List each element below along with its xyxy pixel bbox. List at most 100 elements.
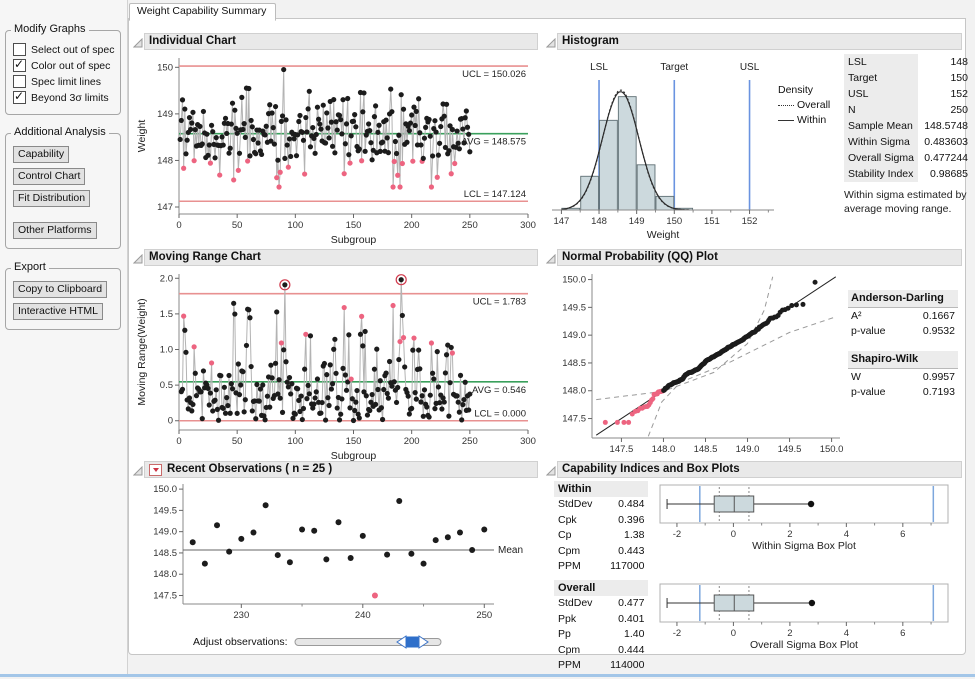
svg-text:50: 50 bbox=[232, 436, 243, 447]
checkbox-0[interactable] bbox=[13, 43, 26, 56]
capability-button[interactable]: Capability bbox=[13, 146, 69, 163]
group-title: Export bbox=[11, 261, 49, 273]
svg-text:150.0: 150.0 bbox=[153, 484, 177, 495]
checkbox-row-select-out-of-spec[interactable]: Select out of spec bbox=[13, 43, 116, 56]
other-platforms-button[interactable]: Other Platforms bbox=[13, 222, 97, 239]
qq-plot-header[interactable]: Normal Probability (QQ) Plot bbox=[546, 249, 962, 266]
svg-text:200: 200 bbox=[404, 220, 420, 231]
table-row: Cp1.38 bbox=[554, 528, 648, 544]
svg-text:0: 0 bbox=[176, 220, 181, 231]
individual-chart-plot[interactable]: 050100150200250300147148149150SubgroupWe… bbox=[133, 50, 538, 251]
svg-text:AVG = 148.575: AVG = 148.575 bbox=[461, 137, 526, 148]
qq-tables-column: Anderson-Darling A²0.1667 p-value0.9532 … bbox=[848, 268, 962, 467]
svg-text:-2: -2 bbox=[673, 628, 681, 639]
red-menu-button[interactable] bbox=[149, 464, 162, 476]
disclosure-triangle-icon[interactable] bbox=[546, 466, 556, 476]
interactive-html-button[interactable]: Interactive HTML bbox=[13, 303, 103, 320]
svg-text:0: 0 bbox=[168, 416, 173, 427]
svg-text:Weight: Weight bbox=[136, 120, 148, 153]
table-row: PPM114000 bbox=[554, 658, 648, 674]
control-chart-button[interactable]: Control Chart bbox=[13, 168, 85, 185]
svg-text:147.5: 147.5 bbox=[610, 444, 634, 455]
recent-observations-plot[interactable]: 230240250147.5148.0148.5149.0149.5150.0M… bbox=[133, 478, 538, 631]
checkbox-3[interactable] bbox=[13, 91, 26, 104]
disclosure-triangle-icon[interactable] bbox=[546, 38, 556, 48]
checkbox-label: Color out of spec bbox=[31, 60, 110, 72]
disclosure-triangle-icon[interactable] bbox=[133, 254, 143, 264]
disclosure-triangle-icon[interactable] bbox=[133, 38, 143, 48]
table-row: W0.9957 bbox=[848, 369, 958, 385]
table-row: PPM117000 bbox=[554, 559, 648, 575]
svg-text:149.0: 149.0 bbox=[736, 444, 760, 455]
histogram-stats-table: LSL148 Target150 USL152 N250 Sample Mean… bbox=[844, 54, 972, 182]
svg-text:200: 200 bbox=[404, 436, 420, 447]
svg-text:152: 152 bbox=[742, 216, 758, 227]
svg-text:240: 240 bbox=[355, 610, 371, 621]
moving-range-plot[interactable]: 05010015020025030000.51.01.52.0SubgroupM… bbox=[133, 266, 538, 467]
svg-text:Mean: Mean bbox=[498, 545, 523, 556]
checkbox-2[interactable] bbox=[13, 75, 26, 88]
checkbox-row-beyond-3sigma[interactable]: Beyond 3σ limits bbox=[13, 91, 116, 104]
shapiro-wilk-table: Shapiro-Wilk W0.9957 p-value0.7193 bbox=[848, 351, 958, 399]
within-sigma-box-plot[interactable]: -20246Within Sigma Box Plot bbox=[656, 481, 952, 554]
svg-text:100: 100 bbox=[287, 436, 303, 447]
slider-handle[interactable] bbox=[397, 636, 428, 648]
individual-chart-header[interactable]: Individual Chart bbox=[133, 33, 538, 50]
svg-text:50: 50 bbox=[232, 220, 243, 231]
checkbox-label: Select out of spec bbox=[31, 44, 114, 56]
table-row: Cpm0.444 bbox=[554, 642, 648, 658]
overall-stats-table: Overall StdDev0.477 Ppk0.401 Pp1.40 Cpm0… bbox=[554, 580, 648, 673]
anderson-darling-table: Anderson-Darling A²0.1667 p-value0.9532 bbox=[848, 290, 958, 338]
disclosure-triangle-icon[interactable] bbox=[546, 254, 556, 264]
svg-text:147: 147 bbox=[157, 202, 173, 213]
svg-text:149: 149 bbox=[157, 109, 173, 120]
qq-plot-canvas[interactable]: 147.5148.0148.5149.0149.5150.0147.5148.0… bbox=[546, 268, 848, 467]
section-title: Normal Probability (QQ) Plot bbox=[562, 250, 718, 265]
svg-text:AVG = 0.546: AVG = 0.546 bbox=[472, 385, 526, 396]
menu-triangle-icon bbox=[153, 468, 159, 472]
svg-text:149.5: 149.5 bbox=[153, 505, 177, 516]
svg-text:1.5: 1.5 bbox=[160, 309, 173, 320]
table-row: Cpm0.443 bbox=[554, 543, 648, 559]
tab-weight-capability-summary[interactable]: Weight Capability Summary bbox=[129, 3, 276, 21]
svg-text:148.0: 148.0 bbox=[652, 444, 676, 455]
svg-text:148.0: 148.0 bbox=[562, 386, 586, 397]
svg-text:149: 149 bbox=[629, 216, 645, 227]
section-recent-observations: Recent Observations ( n = 25 ) 230 240 250… bbox=[133, 461, 538, 651]
svg-text:Subgroup: Subgroup bbox=[331, 234, 377, 246]
svg-text:150: 150 bbox=[666, 216, 682, 227]
svg-text:Weight: Weight bbox=[647, 229, 680, 241]
svg-text:Target: Target bbox=[660, 62, 688, 73]
moving-range-header[interactable]: Moving Range Chart bbox=[133, 249, 538, 266]
overall-sigma-box-plot[interactable]: -20246Overall Sigma Box Plot bbox=[656, 580, 952, 653]
svg-text:LCL = 0.000: LCL = 0.000 bbox=[474, 409, 526, 420]
capability-header[interactable]: Capability Indices and Box Plots bbox=[546, 461, 962, 478]
disclosure-triangle-icon[interactable] bbox=[133, 466, 143, 476]
svg-text:151: 151 bbox=[704, 216, 720, 227]
section-title: Capability Indices and Box Plots bbox=[562, 462, 740, 477]
histogram-legend: Density Overall Within bbox=[778, 54, 844, 249]
histogram-plot[interactable]: LSLTargetUSL147148149150151152Weight bbox=[546, 54, 778, 249]
sidebar: Modify Graphs Select out of spec Color o… bbox=[0, 0, 128, 674]
histogram-header[interactable]: Histogram bbox=[546, 33, 962, 50]
svg-text:LCL = 147.124: LCL = 147.124 bbox=[464, 189, 526, 200]
checkbox-row-color-out-of-spec[interactable]: Color out of spec bbox=[13, 59, 116, 72]
svg-text:2: 2 bbox=[788, 628, 793, 639]
svg-text:2.0: 2.0 bbox=[160, 273, 173, 284]
svg-text:230: 230 bbox=[233, 610, 249, 621]
svg-text:148.5: 148.5 bbox=[694, 444, 718, 455]
recent-observations-header[interactable]: Recent Observations ( n = 25 ) bbox=[133, 461, 538, 478]
section-title: Individual Chart bbox=[149, 34, 236, 49]
legend-entry: Within bbox=[797, 114, 826, 126]
adjust-observations-slider[interactable] bbox=[294, 633, 444, 651]
copy-to-clipboard-button[interactable]: Copy to Clipboard bbox=[13, 281, 107, 298]
checkbox-row-spec-limit-lines[interactable]: Spec limit lines bbox=[13, 75, 116, 88]
within-sigma-note: Within sigma estimated by average moving… bbox=[844, 189, 968, 216]
fit-distribution-button[interactable]: Fit Distribution bbox=[13, 190, 90, 207]
group-modify-graphs: Modify Graphs Select out of spec Color o… bbox=[5, 30, 121, 115]
svg-text:150: 150 bbox=[346, 220, 362, 231]
table-row: StdDev0.484 bbox=[554, 497, 648, 513]
svg-text:250: 250 bbox=[476, 610, 492, 621]
checkbox-1[interactable] bbox=[13, 59, 26, 72]
svg-text:4: 4 bbox=[844, 529, 849, 540]
